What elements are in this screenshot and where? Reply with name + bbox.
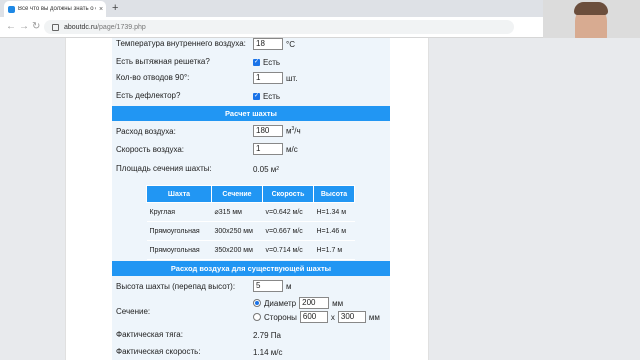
cell-height: H=1.7 м [313,240,355,260]
cell-section: 300x250 мм [211,221,263,241]
results-table: Шахта Сечение Скорость Высота Круглая ⌀3… [146,185,355,260]
area-value: 0.05 м2 [253,164,280,174]
forward-arrow-icon[interactable]: → [19,21,29,32]
speed-unit: м/с [286,144,298,154]
shaft-height-unit: м [286,281,292,291]
new-tab-button[interactable]: + [112,2,118,14]
deflector-text: Есть [263,91,281,101]
sides-radio[interactable] [253,313,261,321]
page-body: Температура внутреннего воздуха: 18 °С Е… [65,38,429,360]
sides-unit: мм [368,312,380,322]
table-row: Круглая ⌀315 мм v=0.642 м/с H=1.34 м [146,202,355,222]
airflow-label: Расход воздуха: [116,127,176,136]
sides-label: Стороны [264,312,297,322]
lock-icon [52,23,59,31]
deflector-label: Есть дефлектор? [116,91,181,100]
diameter-radio[interactable] [253,299,261,307]
actual-speed-value: 1.14 м/с [253,347,283,357]
cell-shaft: Прямоугольная [146,221,212,241]
grille-text: Есть [263,57,281,67]
cell-height: H=1.34 м [313,202,355,222]
calculator-card: Температура внутреннего воздуха: 18 °С Е… [112,38,390,360]
draft-label: Фактическая тяга: [116,330,183,339]
airflow-input[interactable]: 180 [253,125,283,137]
diameter-option: Диаметр 200 мм [253,297,343,309]
back-arrow-icon[interactable]: ← [6,21,16,32]
diameter-unit: мм [332,298,344,308]
side-a-input[interactable]: 600 [299,311,328,323]
cell-speed: v=0.714 м/с [262,240,314,260]
times-sign: x [330,312,335,322]
reload-icon[interactable]: ↻ [32,21,40,32]
airflow-unit: м3/ч [286,126,301,136]
airflow-group: 180 м3/ч [253,125,301,137]
bends-group: 1 шт. [253,72,297,84]
header-speed: Скорость [262,185,314,203]
indoor-temp-group: 18 °С [253,38,295,50]
cell-height: H=1.46 м [313,221,355,241]
url-host: aboutdc.ru [64,23,98,31]
browser-tab[interactable]: Всё что вы должны знать о естестве × [4,1,106,17]
indoor-temp-unit: °С [286,39,295,49]
site-favicon-icon [8,5,15,13]
bends-unit: шт. [286,73,298,83]
deflector-group: ✓ Есть [253,90,280,102]
grille-group: ✓ Есть [253,56,280,68]
results-header-row: Шахта Сечение Скорость Высота [146,185,355,203]
cell-section: ⌀315 мм [211,202,263,222]
page-viewport: Температура внутреннего воздуха: 18 °С Е… [0,38,640,360]
cell-speed: v=0.642 м/с [262,202,314,222]
header-height: Высота [313,185,355,203]
person-hair [574,2,608,15]
diameter-input[interactable]: 200 [299,297,330,309]
indoor-temp-input[interactable]: 18 [253,38,283,50]
url-path: /page/1739.php [97,23,146,31]
address-bar[interactable]: aboutdc.ru/page/1739.php [44,20,514,34]
sides-option: Стороны 600 x 300 мм [253,311,380,323]
section-label: Сечение: [116,307,151,316]
table-row: Прямоугольная 300x250 мм v=0.667 м/с H=1… [146,221,355,241]
cell-speed: v=0.667 м/с [262,221,314,241]
draft-value: 2.79 Па [253,330,281,340]
bends-input[interactable]: 1 [253,72,283,84]
grille-label: Есть вытяжная решетка? [116,57,210,66]
speed-input[interactable]: 1 [253,143,283,155]
shaft-height-group: 5 м [253,280,292,292]
actual-speed-label: Фактическая скорость: [116,347,201,356]
area-label: Площадь сечения шахты: [116,164,212,173]
tab-close-icon[interactable]: × [99,6,103,13]
deflector-checkbox[interactable]: ✓ [253,92,260,100]
header-shaft: Шахта [146,185,212,203]
shaft-calc-header: Расчет шахты [112,106,390,121]
header-section: Сечение [211,185,263,203]
shaft-height-label: Высота шахты (перепад высот): [116,282,236,291]
indoor-temp-label: Температура внутреннего воздуха: [116,39,246,48]
table-row: Прямоугольная 350x200 мм v=0.714 м/с H=1… [146,240,355,260]
cell-shaft: Круглая [146,202,212,222]
tab-title: Всё что вы должны знать о естестве [18,6,96,12]
bends-label: Кол-во отводов 90°: [116,73,190,82]
url-text: aboutdc.ru/page/1739.php [64,24,146,31]
existing-shaft-header: Расход воздуха для существующей шахты [112,261,390,276]
cell-section: 350x200 мм [211,240,263,260]
shaft-height-input[interactable]: 5 [253,280,283,292]
diameter-label: Диаметр [264,298,297,308]
grille-checkbox[interactable]: ✓ [253,58,260,66]
speed-label: Скорость воздуха: [116,145,185,154]
cell-shaft: Прямоугольная [146,240,212,260]
speed-group: 1 м/с [253,143,298,155]
side-b-input[interactable]: 300 [337,311,366,323]
